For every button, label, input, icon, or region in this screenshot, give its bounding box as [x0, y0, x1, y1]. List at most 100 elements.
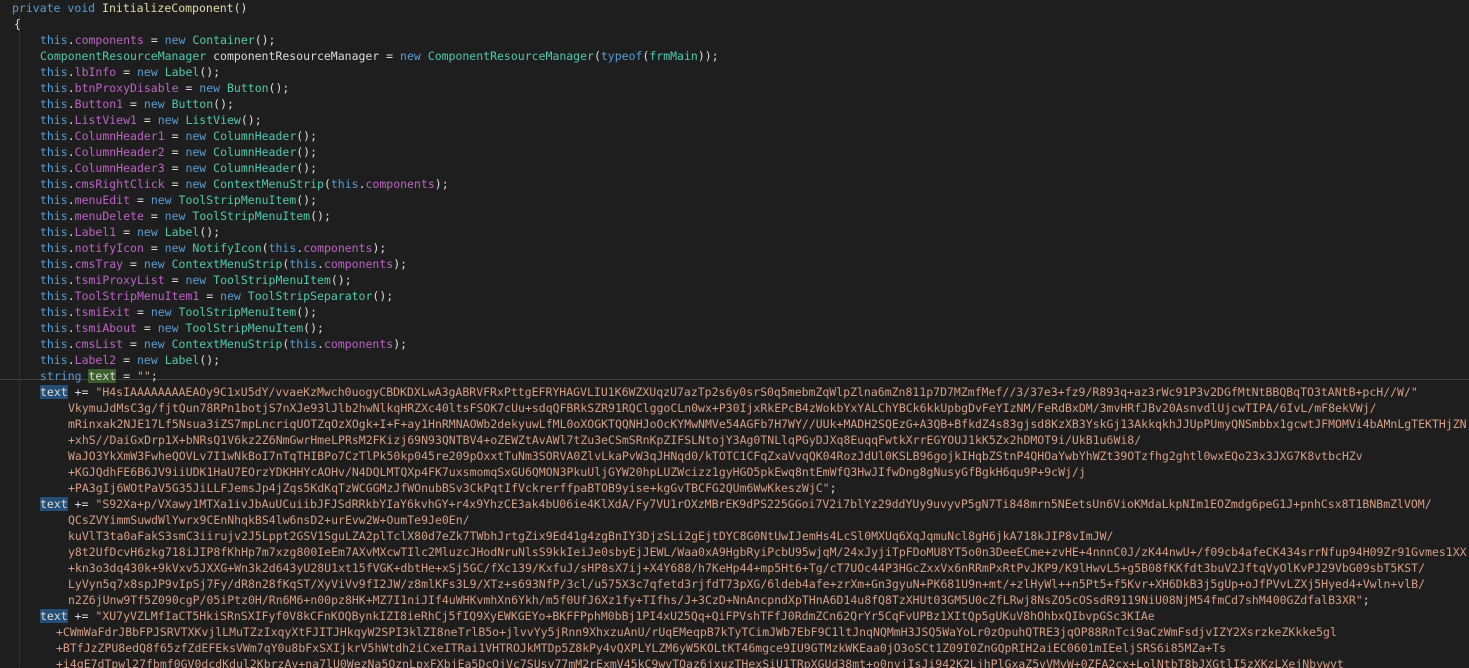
code-token: (); — [296, 305, 318, 319]
code-token: . — [67, 193, 75, 207]
code-token: . — [67, 305, 75, 319]
code-token: ToolStripMenuItem — [213, 273, 331, 287]
code-line[interactable]: mRinxak2NJE17Lf5Nsua3iZS7mpLncriqUOTZqOz… — [68, 416, 1467, 432]
code-line[interactable]: this.ColumnHeader1 = new ColumnHeader(); — [40, 128, 317, 144]
code-line[interactable]: QCsZVYimmSuwdWlYwrx9CEnNhqkBS4lw6nsD2+ur… — [68, 512, 470, 528]
code-line[interactable]: this.ListView1 = new ListView(); — [40, 112, 262, 128]
code-line[interactable]: kuVlT3ta0aFakS3smC3iirujv2J5Lppt2GSV1Sgu… — [68, 528, 1113, 544]
code-token: . — [67, 273, 75, 287]
code-token: components — [323, 257, 394, 271]
code-line[interactable]: this.lbInfo = new Label(); — [40, 64, 220, 80]
code-line[interactable]: private void InitializeComponent() — [12, 0, 247, 16]
code-line[interactable]: text += "S92Xa+p/VXawy1MTXa1ivJbAuUCuiib… — [40, 496, 1432, 512]
code-token: += — [67, 609, 96, 623]
code-line[interactable]: this.Button1 = new Button(); — [40, 96, 234, 112]
code-token: . — [358, 177, 366, 191]
code-token: ToolStripMenuItem — [178, 193, 297, 207]
code-token: ; — [829, 481, 837, 495]
code-token: ColumnHeader — [213, 145, 297, 159]
code-line[interactable]: this.cmsRightClick = new ContextMenuStri… — [40, 176, 449, 192]
code-line[interactable]: ComponentResourceManager componentResour… — [40, 48, 719, 64]
code-token: Button — [171, 97, 214, 111]
code-token: this — [40, 129, 68, 143]
code-token: ToolStripMenuItem1 — [74, 289, 200, 303]
code-token: = — [123, 337, 144, 351]
code-line[interactable]: +KGJQdhFE6B6JV9iiUDK1HaU7EOrzYDKHHYcAOHv… — [68, 464, 1086, 480]
code-line[interactable]: n2Z6jUnw9Tf5Z090cgP/05iPtz0H/Rn6M6+n00pz… — [68, 592, 1370, 608]
code-line[interactable]: this.Label2 = new Label(); — [40, 352, 220, 368]
code-token: this — [40, 81, 68, 95]
code-line[interactable]: { — [14, 16, 21, 32]
highlighted-token: text — [40, 385, 68, 399]
code-line[interactable]: this.notifyIcon = new NotifyIcon(this.co… — [40, 240, 386, 256]
code-token: . — [67, 177, 75, 191]
code-token: components — [74, 33, 144, 47]
code-line[interactable]: VkymuJdMsC3g/fjtQun78RPn1botjS7nXJe93lJl… — [68, 400, 1377, 416]
code-line[interactable]: +i4qE7dTpwl27fbmf0GV0dcdKdul2KbrzAy+na7l… — [56, 656, 1344, 668]
code-line[interactable]: string text = ""; — [40, 368, 158, 384]
code-token: +CWmWaFdrJBbFPJSRVTXKvjlLMuTZzIxqyXtFJIT… — [56, 625, 1337, 639]
code-line[interactable]: +BTfJzZPU8edQ8f65zfZdEFEksVWm7qY0u8bFxSX… — [56, 640, 1226, 656]
code-token: . — [67, 65, 75, 79]
code-line[interactable]: this.tsmiExit = new ToolStripMenuItem(); — [40, 304, 317, 320]
code-line[interactable]: this.ColumnHeader3 = new ColumnHeader(); — [40, 160, 317, 176]
code-line[interactable]: y8t2UfDcvH6zkg718iJIP8fKhHp7m7xzg800IeEm… — [68, 544, 1467, 560]
code-line[interactable]: +xhS//DaiGxDrp1X+bNRsQ1V6kz2Z6NmGwrHmeLP… — [68, 432, 1141, 448]
code-token: this — [40, 257, 68, 271]
code-line[interactable]: this.tsmiProxyList = new ToolStripMenuIt… — [40, 272, 352, 288]
code-line[interactable]: this.Label1 = new Label(); — [40, 224, 220, 240]
code-editor[interactable]: private void InitializeComponent(){ this.… — [0, 0, 1469, 668]
code-line[interactable]: this.tsmiAbout = new ToolStripMenuItem()… — [40, 320, 324, 336]
code-token: y8t2UfDcvH6zkg718iJIP8fKhHp7m7xzg800IeEm… — [68, 545, 1467, 559]
code-token: ( — [593, 49, 601, 63]
code-token: )); — [697, 49, 719, 63]
code-line[interactable]: WaJO3YkXmW3FwheQOVLv7I1wNkBoI7nTqTHIBPo7… — [68, 448, 1363, 464]
code-line[interactable]: +kn3o3dq430k+9kVxv5JXXG+Wn3k2d643yU28U1x… — [68, 560, 1425, 576]
code-token: new — [164, 33, 186, 47]
code-token: ColumnHeader — [213, 161, 297, 175]
code-token: components — [323, 337, 394, 351]
code-token: ListView — [185, 113, 241, 127]
code-line[interactable]: this.ColumnHeader2 = new ColumnHeader(); — [40, 144, 317, 160]
code-token: this — [40, 241, 68, 255]
code-token: (); — [213, 97, 234, 111]
code-line[interactable]: this.components = new Container(); — [40, 32, 275, 48]
code-line[interactable]: this.menuDelete = new ToolStripMenuItem(… — [40, 208, 331, 224]
code-line[interactable]: +CWmWaFdrJBbFPJSRVTXKvjlLMuTZzIxqyXtFJIT… — [56, 624, 1337, 640]
code-token: ComponentResourceManager — [40, 49, 207, 63]
code-token: this — [289, 257, 318, 271]
code-token: WaJO3YkXmW3FwheQOVLv7I1wNkBoI7nTqTHIBPo7… — [68, 449, 1363, 463]
code-token: components — [303, 241, 373, 255]
code-token: ToolStripMenuItem — [178, 305, 297, 319]
highlighted-token: text — [40, 609, 68, 623]
code-token: ( — [261, 241, 269, 255]
code-token: new — [150, 193, 172, 207]
code-token: new — [185, 177, 207, 191]
code-line[interactable]: +PA3gIj6WOtPaV5G35JiLLFJemsJp4jZqs5KdKqT… — [68, 480, 837, 496]
code-token: cmsTray — [74, 257, 124, 271]
code-line[interactable]: text += "XU7yVZLMfIaCT5HkiSRnSXIFyf0V8kC… — [40, 608, 1155, 624]
code-token: frmMain — [649, 49, 698, 63]
code-token: = — [178, 81, 200, 95]
code-token: this — [268, 241, 297, 255]
code-token: string — [40, 369, 82, 383]
code-line[interactable]: this.btnProxyDisable = new Button(); — [40, 80, 289, 96]
code-line[interactable]: this.cmsTray = new ContextMenuStrip(this… — [40, 256, 407, 272]
code-token: this — [330, 177, 359, 191]
code-token: . — [67, 241, 75, 255]
code-token: Label — [164, 353, 200, 367]
code-token: ); — [372, 241, 387, 255]
code-line[interactable]: text += "H4sIAAAAAAAAEAOy9C1xU5dY/vvaeKz… — [40, 384, 1418, 400]
code-token: = — [164, 129, 186, 143]
code-line[interactable]: this.menuEdit = new ToolStripMenuItem(); — [40, 192, 317, 208]
code-line[interactable]: this.cmsList = new ContextMenuStrip(this… — [40, 336, 407, 352]
code-token: . — [67, 81, 75, 95]
code-token: this — [40, 305, 68, 319]
code-line[interactable]: LyVyn5q7x8spJP9vIpSj7Fy/dR8n28fKqST/XyVi… — [68, 576, 1425, 592]
code-token: tsmiExit — [74, 305, 131, 319]
code-token: +PA3gIj6WOtPaV5G35JiLLFJemsJp4jZqs5KdKqT… — [68, 481, 830, 495]
code-line[interactable]: this.ToolStripMenuItem1 = new ToolStripS… — [40, 288, 393, 304]
code-token: this — [40, 273, 68, 287]
code-token: VkymuJdMsC3g/fjtQun78RPn1botjS7nXJe93lJl… — [68, 401, 1377, 415]
code-token: this — [40, 209, 68, 223]
